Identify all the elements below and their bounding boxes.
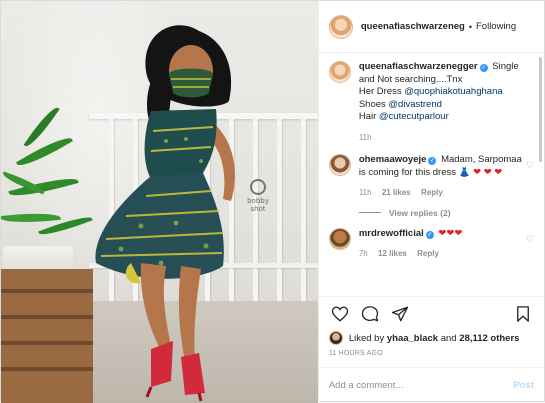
verified-icon: ✓ — [425, 230, 434, 239]
post-header: queenafiaschwarzeneg • Following — [318, 1, 544, 53]
comment-avatar[interactable] — [328, 227, 351, 250]
liked-by-and: and — [440, 332, 457, 344]
comments-scrollbar[interactable] — [539, 57, 542, 162]
comment-username[interactable]: mrdrewofficial — [359, 228, 424, 239]
reply-button[interactable]: Reply — [417, 249, 439, 258]
post-timestamp[interactable]: 11 HOURS AGO — [319, 346, 544, 367]
following-button[interactable]: Following — [476, 21, 516, 32]
watermark-text: bobby shot — [247, 197, 269, 213]
caption-shoes-mention[interactable]: @divastrend — [388, 99, 441, 110]
caption-time[interactable]: 11h — [359, 133, 372, 142]
likes-count[interactable]: 28,112 others — [459, 333, 519, 344]
comment-emojis: 👗 ❤ ❤ ❤ — [458, 166, 503, 178]
comment-item: ohemaawoyeje ✓ Madam, Sarpomaa is coming … — [328, 154, 534, 200]
comments-section[interactable]: queenafiaschwarzenegger ✓ Single and Not … — [319, 53, 544, 296]
comment-button[interactable] — [359, 303, 381, 325]
view-replies-label: View replies (2) — [388, 207, 451, 218]
photographer-watermark: bobby shot — [243, 179, 273, 215]
comment-like-heart-icon[interactable]: ♡ — [526, 234, 534, 245]
comment-avatar[interactable] — [328, 154, 351, 176]
add-comment-input[interactable] — [328, 380, 514, 391]
verified-icon: ✓ — [479, 64, 488, 72]
caption: queenafiaschwarzenegger ✓ Single and Not … — [328, 61, 534, 144]
caption-dress-mention[interactable]: @quophiakotuahghana — [404, 86, 502, 97]
save-button[interactable] — [512, 303, 534, 325]
share-icon — [391, 306, 409, 321]
comment-likes[interactable]: 12 likes — [378, 249, 407, 258]
caption-body: queenafiaschwarzenegger ✓ Single and Not … — [359, 61, 534, 144]
comment-item: mrdrewofficial ✓ ❤❤❤ 7h 12 likes Reply ♡ — [328, 227, 534, 261]
instagram-post: bobby shot queenafiaschwarzeneg • Follow… — [0, 0, 545, 403]
add-comment-bar: Post — [318, 367, 544, 403]
post-actions — [318, 296, 544, 330]
like-button[interactable] — [329, 303, 351, 325]
share-button[interactable] — [389, 303, 411, 325]
comment-icon — [361, 305, 379, 321]
comment-meta: 11h 21 likes Reply — [359, 187, 522, 200]
comment-likes[interactable]: 21 likes — [382, 188, 411, 197]
replies-line — [358, 212, 381, 213]
comment-username[interactable]: ohemaawoyeje — [359, 154, 427, 165]
caption-hair-mention[interactable]: @cutecutparlour — [379, 111, 449, 122]
comment-emojis: ❤❤❤ — [438, 227, 463, 239]
comment-meta: 7h 12 likes Reply — [359, 248, 522, 261]
post-side-panel: queenafiaschwarzeneg • Following queenaf… — [317, 1, 544, 403]
author-username[interactable]: queenafiaschwarzeneg — [361, 21, 465, 32]
caption-username[interactable]: queenafiaschwarzenegger — [359, 61, 478, 72]
comment-body: ohemaawoyeje ✓ Madam, Sarpomaa is coming … — [359, 154, 534, 200]
heart-icon — [331, 306, 349, 322]
liked-by-prefix: Liked by — [348, 332, 385, 344]
comment-body: mrdrewofficial ✓ ❤❤❤ 7h 12 likes Reply — [359, 228, 534, 261]
caption-dress-label: Her Dress — [358, 86, 402, 97]
likes-summary: Liked by yhaa_black and 28,112 others — [319, 330, 544, 346]
post-photo[interactable]: bobby shot — [1, 1, 318, 403]
liker-avatar[interactable] — [328, 331, 343, 345]
caption-avatar[interactable] — [328, 61, 351, 83]
bookmark-icon — [517, 305, 529, 322]
header-separator: • — [468, 21, 472, 32]
liker-username[interactable]: yhaa_black — [387, 333, 438, 344]
comment-time[interactable]: 11h — [359, 188, 372, 197]
comment-like-heart-icon[interactable]: ♡ — [526, 160, 534, 171]
comment-time[interactable]: 7h — [359, 249, 368, 258]
caption-meta: 11h — [359, 132, 522, 145]
watermark-ring-icon — [250, 179, 266, 195]
view-replies-button[interactable]: View replies (2) — [358, 207, 534, 218]
caption-hair-label: Hair — [358, 111, 377, 122]
reply-button[interactable]: Reply — [421, 188, 443, 197]
caption-shoes-label: Shoes — [358, 98, 386, 110]
post-comment-button[interactable]: Post — [513, 380, 534, 391]
verified-icon: ✓ — [428, 157, 437, 165]
author-avatar[interactable] — [328, 14, 353, 39]
